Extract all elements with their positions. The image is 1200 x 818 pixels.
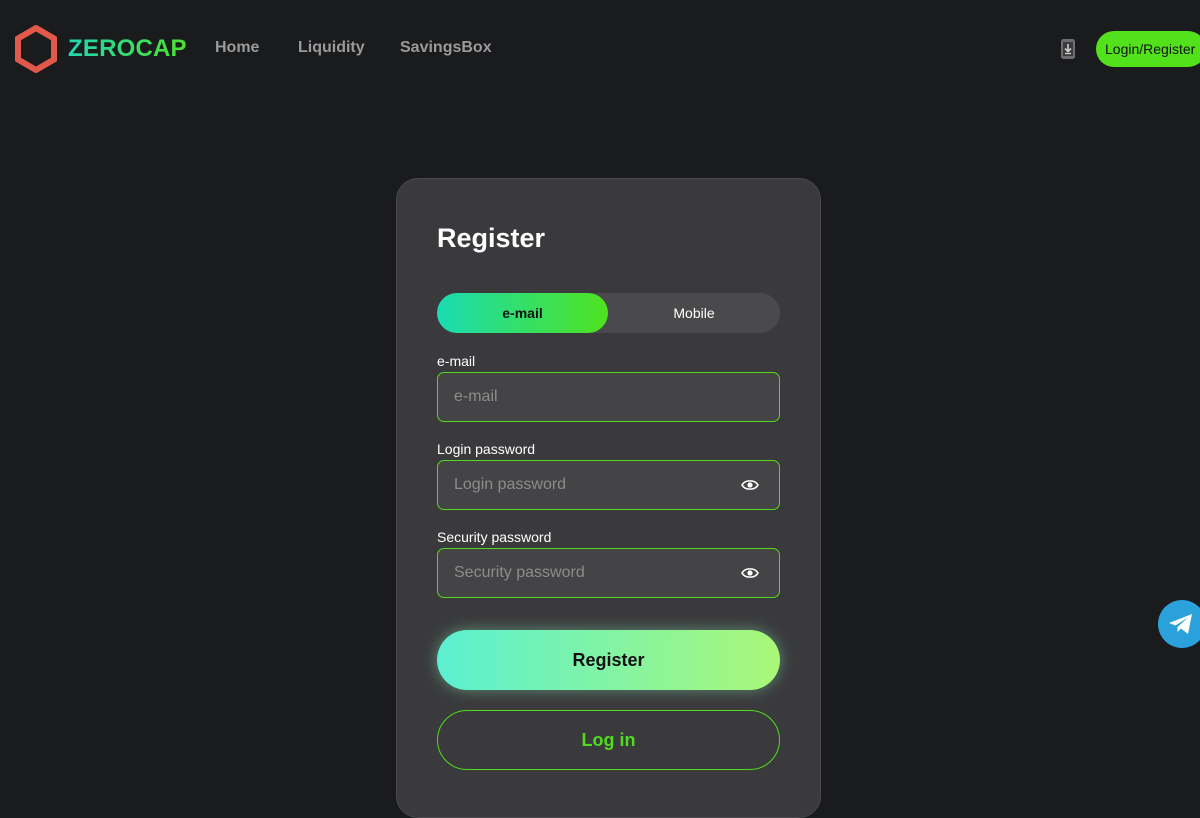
log-in-button[interactable]: Log in [437,710,780,770]
register-button[interactable]: Register [437,630,780,690]
nav-savingsbox[interactable]: SavingsBox [400,39,492,57]
tab-email[interactable]: e-mail [437,293,608,333]
telegram-icon [1169,614,1192,634]
security-password-input[interactable] [438,549,779,597]
security-password-label: Security password [437,529,552,545]
telegram-button[interactable] [1158,600,1200,648]
download-app-icon[interactable] [1060,38,1076,60]
eye-icon[interactable] [741,566,759,580]
top-navbar: ZEROCAP Home Liquidity SavingsBox Login/… [0,0,1200,96]
security-password-field-wrapper [437,548,780,598]
brand-name[interactable]: ZEROCAP [68,35,187,63]
login-password-input[interactable] [438,461,779,509]
register-card: Register e-mail Mobile e-mail Login pass… [396,178,821,818]
nav-liquidity[interactable]: Liquidity [298,39,365,57]
login-password-field-wrapper [437,460,780,510]
nav-home[interactable]: Home [215,39,259,57]
eye-icon[interactable] [741,478,759,492]
email-input[interactable] [438,373,779,421]
hexagon-logo-icon[interactable] [14,25,58,73]
login-password-label: Login password [437,441,536,457]
email-field-wrapper [437,372,780,422]
register-method-tabs: e-mail Mobile [437,293,780,333]
login-register-button[interactable]: Login/Register [1096,31,1200,67]
register-title: Register [437,223,546,253]
tab-mobile[interactable]: Mobile [608,293,780,333]
email-label: e-mail [437,353,476,369]
